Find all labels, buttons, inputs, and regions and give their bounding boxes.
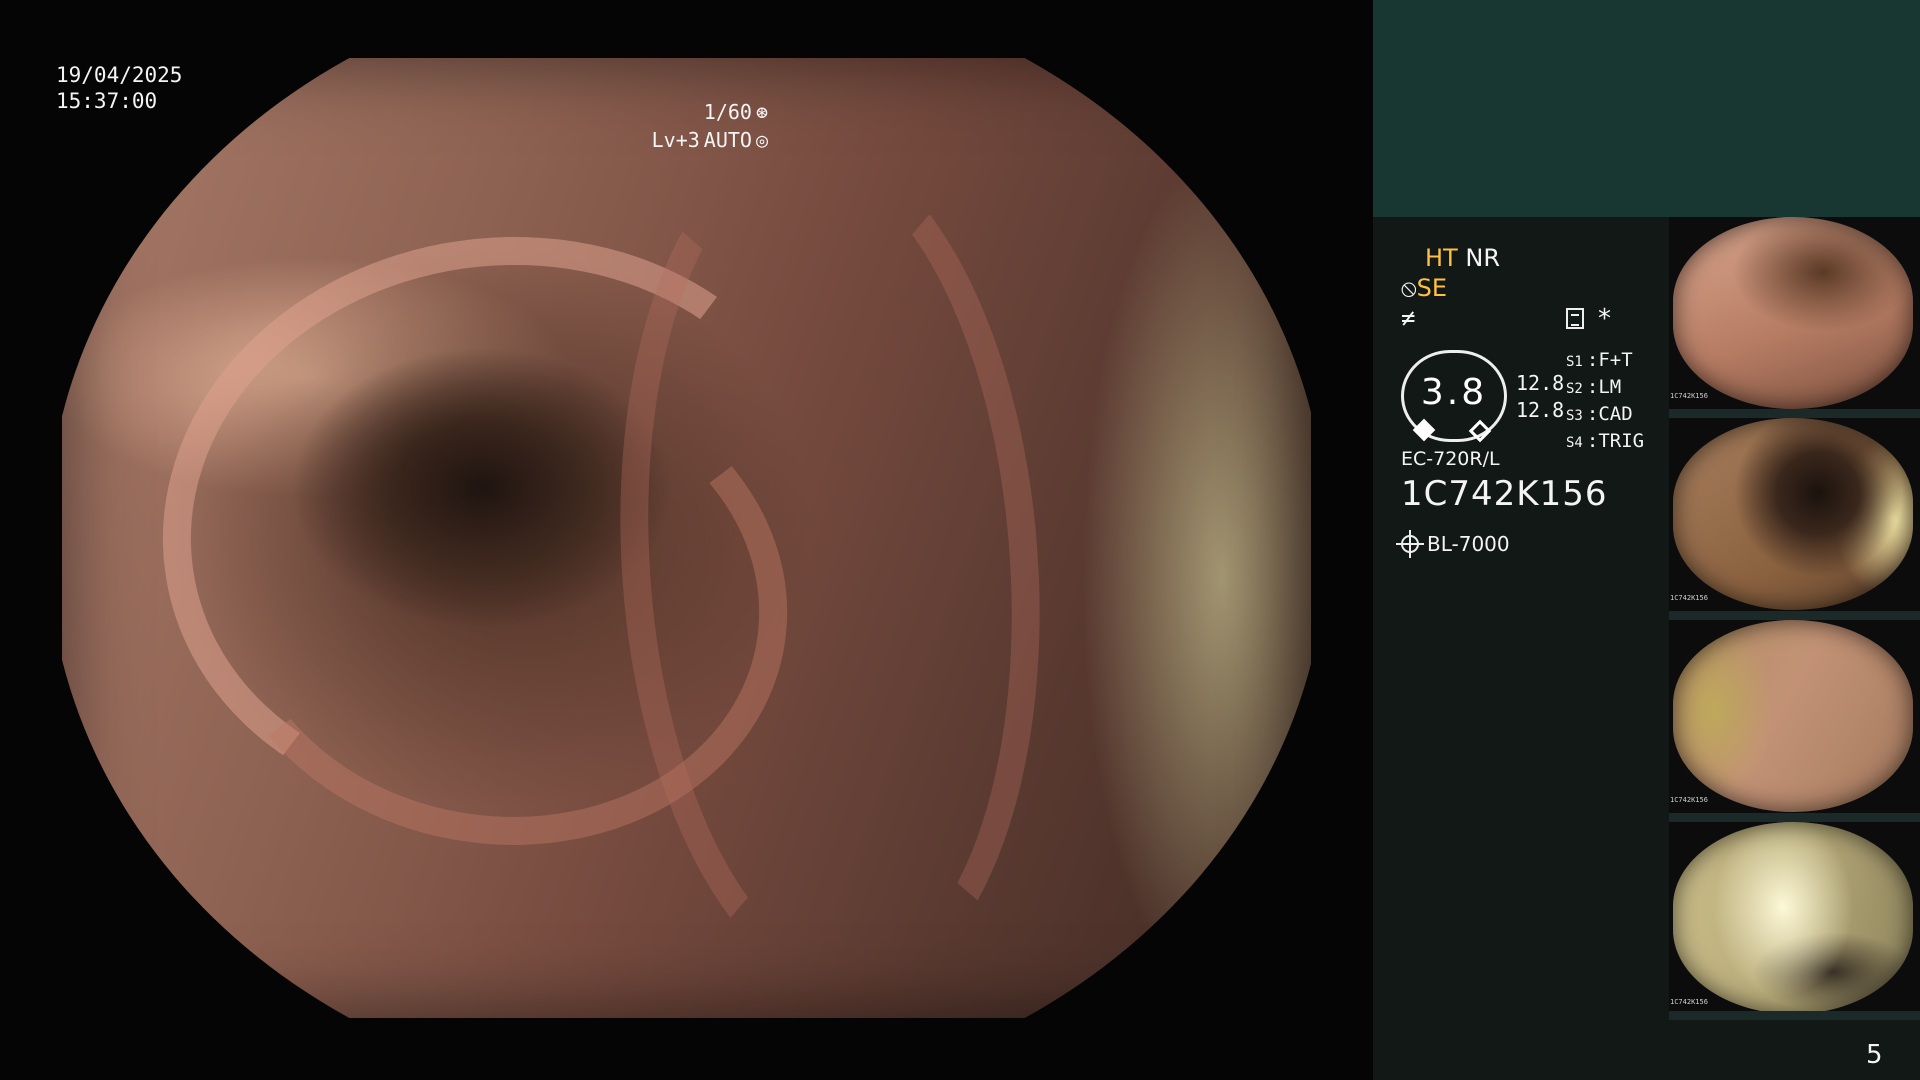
value-column: 12.8 12.8: [1516, 370, 1564, 424]
shutter-ratio-text: 1/60: [703, 100, 752, 124]
thumbnail-label: 1C742K156: [1670, 392, 1708, 400]
light-source-icon: [1396, 535, 1424, 553]
thumbnail-image[interactable]: [1673, 822, 1913, 1014]
se-label: SE: [1416, 274, 1448, 302]
structure-enhance-icon: ⦸: [1401, 274, 1417, 302]
switch-value: LM: [1598, 376, 1622, 398]
dial-value: 3.8: [1420, 372, 1488, 413]
nr-label: NR: [1465, 244, 1500, 272]
thumbnail-label: 1C742K156: [1670, 594, 1708, 602]
thumbnail-separator: [1669, 1011, 1920, 1020]
star-indicator: *: [1598, 304, 1611, 334]
thumbnail-label: 1C742K156: [1670, 998, 1708, 1006]
auto-exposure-icon: ◎: [755, 128, 768, 152]
thumbnail-image[interactable]: [1673, 217, 1913, 409]
switch-row: S4:TRIG: [1566, 430, 1645, 452]
settings-icon: [1566, 308, 1584, 329]
switch-assignments: S1:F+T S2:LM S3:CAD S4:TRIG: [1566, 348, 1644, 456]
thumbnail-image[interactable]: [1673, 418, 1913, 610]
shutter-icon: ⊛: [755, 100, 768, 124]
switch-key: S1: [1566, 354, 1583, 370]
value-text: 12.8: [1516, 398, 1565, 422]
page-number: 5: [1866, 1040, 1883, 1070]
value-text: 12.8: [1516, 371, 1565, 395]
scope-vignette: [62, 58, 1311, 1018]
thumbnail-separator: [1669, 611, 1920, 620]
switch-key: S3: [1566, 408, 1583, 424]
switch-row: S2:LM: [1566, 376, 1622, 398]
panel-header-area: [1373, 0, 1920, 217]
exposure-info: 1/60 ⊛ Lv+3 AUTO ◎: [652, 98, 768, 154]
time-text: 15:37:00: [56, 89, 158, 113]
switch-key: S4: [1566, 435, 1583, 451]
color-enhance-icon: ≠: [1401, 304, 1416, 332]
switch-row: S3:CAD: [1566, 403, 1633, 425]
exposure-mode-text: AUTO: [703, 128, 752, 152]
ht-nr-row: HT NR: [1425, 244, 1500, 272]
date-text: 19/04/2025: [56, 63, 183, 87]
endoscopy-main-view: 19/04/2025 15:37:00 1/60 ⊛ Lv+3 AUTO ◎: [0, 0, 1373, 1080]
se-row: ⦸SE: [1401, 274, 1447, 302]
light-source-row: BL-7000: [1396, 532, 1510, 556]
switch-key: S2: [1566, 381, 1583, 397]
switch-value: F+T: [1598, 349, 1633, 371]
scope-model-text: EC-720R/L: [1401, 448, 1500, 470]
thumbnail-image[interactable]: [1673, 620, 1913, 812]
thumbnail-separator: [1669, 813, 1920, 822]
thumbnail-strip[interactable]: 1C742K156 1C742K156 1C742K156 1C742K156: [1669, 217, 1920, 1020]
thumbnail-label: 1C742K156: [1670, 796, 1708, 804]
switch-value: TRIG: [1598, 430, 1645, 452]
light-source-text: BL-7000: [1427, 532, 1510, 556]
scope-serial-text: 1C742K156: [1401, 474, 1608, 514]
thumbnail-separator: [1669, 409, 1920, 418]
light-level-text: Lv+3: [651, 128, 700, 152]
ht-label: HT: [1425, 244, 1458, 272]
switch-value: CAD: [1598, 403, 1633, 425]
date-time-display: 19/04/2025 15:37:00: [56, 62, 182, 114]
switch-row: S1:F+T: [1566, 349, 1633, 371]
